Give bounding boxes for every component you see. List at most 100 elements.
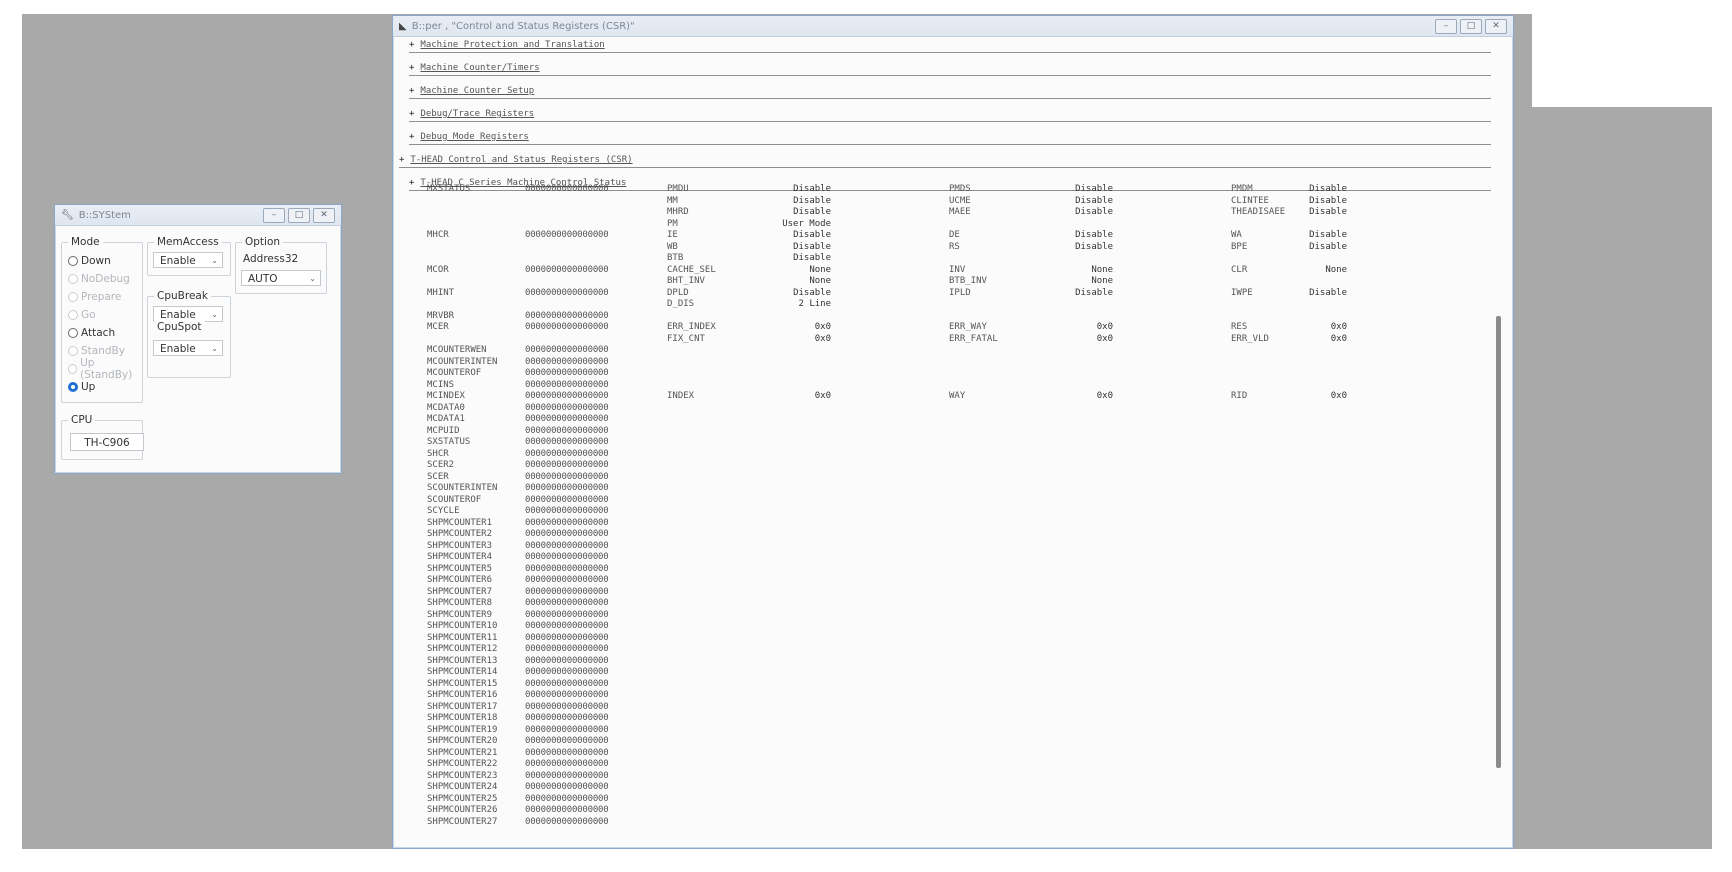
field-value[interactable]: Disable (1267, 230, 1347, 240)
register-value[interactable]: 0000000000000000 (525, 322, 609, 332)
close-button[interactable]: ✕ (1485, 18, 1507, 34)
register-name[interactable]: MCINS (427, 380, 454, 390)
register-value[interactable]: 0000000000000000 (525, 391, 609, 401)
register-name[interactable]: SCOUNTEROF (427, 495, 481, 505)
register-name[interactable]: SHPMCOUNTER15 (427, 679, 497, 689)
expand-icon[interactable]: + (409, 40, 414, 50)
register-name[interactable]: SHPMCOUNTER11 (427, 633, 497, 643)
register-name[interactable]: SCYCLE (427, 506, 460, 516)
cpuspot-select[interactable]: Enable ⌄ (153, 340, 223, 356)
field-value[interactable]: Disable (1033, 207, 1113, 217)
maximize-button[interactable]: □ (1460, 18, 1482, 34)
tree-section-label[interactable]: Machine Counter Setup (420, 86, 534, 96)
register-value[interactable]: 0000000000000000 (525, 472, 609, 482)
field-value[interactable]: Disable (751, 242, 831, 252)
expand-icon[interactable]: + (409, 86, 414, 96)
register-name[interactable]: SHPMCOUNTER7 (427, 587, 492, 597)
register-name[interactable]: SHPMCOUNTER18 (427, 713, 497, 723)
register-name[interactable]: SHCR (427, 449, 449, 459)
register-name[interactable]: SHPMCOUNTER9 (427, 610, 492, 620)
register-name[interactable]: SCER2 (427, 460, 454, 470)
register-name[interactable]: SHPMCOUNTER8 (427, 598, 492, 608)
register-name[interactable]: SHPMCOUNTER2 (427, 529, 492, 539)
register-value[interactable]: 0000000000000000 (525, 437, 609, 447)
register-name[interactable]: MCDATA1 (427, 414, 465, 424)
field-value[interactable]: None (751, 265, 831, 275)
register-name[interactable]: MHINT (427, 288, 454, 298)
field-value[interactable]: 0x0 (751, 322, 831, 332)
field-value[interactable]: Disable (1267, 207, 1347, 217)
register-value[interactable]: 0000000000000000 (525, 771, 609, 781)
register-name[interactable]: MCPUID (427, 426, 460, 436)
register-value[interactable]: 0000000000000000 (525, 552, 609, 562)
expand-icon[interactable]: + (409, 132, 414, 142)
register-name[interactable]: MCDATA0 (427, 403, 465, 413)
register-value[interactable]: 0000000000000000 (525, 483, 609, 493)
register-name[interactable]: MHCR (427, 230, 449, 240)
register-value[interactable]: 0000000000000000 (525, 311, 609, 321)
tree-section[interactable]: + Machine Counter/Timers (409, 54, 1491, 76)
register-value[interactable]: 0000000000000000 (525, 357, 609, 367)
register-value[interactable]: 0000000000000000 (525, 644, 609, 654)
field-value[interactable]: Disable (751, 288, 831, 298)
expand-icon[interactable]: + (409, 178, 414, 188)
register-value[interactable]: 0000000000000000 (525, 667, 609, 677)
register-value[interactable]: 0000000000000000 (525, 288, 609, 298)
register-name[interactable]: MXSTATUS (427, 184, 470, 194)
register-value[interactable]: 0000000000000000 (525, 460, 609, 470)
field-value[interactable]: Disable (751, 207, 831, 217)
register-value[interactable]: 0000000000000000 (525, 748, 609, 758)
field-value[interactable]: None (1033, 276, 1113, 286)
register-value[interactable]: 0000000000000000 (525, 782, 609, 792)
register-name[interactable]: MCOUNTERWEN (427, 345, 487, 355)
register-value[interactable]: 0000000000000000 (525, 794, 609, 804)
cpubreak-select[interactable]: Enable ⌄ (153, 306, 223, 322)
register-name[interactable]: SXSTATUS (427, 437, 470, 447)
maximize-button[interactable]: □ (288, 207, 310, 223)
field-value[interactable]: None (751, 276, 831, 286)
register-name[interactable]: MCOUNTEROF (427, 368, 481, 378)
vertical-scrollbar[interactable] (1496, 316, 1501, 768)
register-name[interactable]: SHPMCOUNTER5 (427, 564, 492, 574)
field-value[interactable]: Disable (751, 253, 831, 263)
field-value[interactable]: Disable (1033, 288, 1113, 298)
field-value[interactable]: Disable (1033, 242, 1113, 252)
register-value[interactable]: 0000000000000000 (525, 426, 609, 436)
tree-section-label[interactable]: Debug Mode Registers (420, 132, 528, 142)
field-value[interactable]: 2 Line (751, 299, 831, 309)
register-value[interactable]: 0000000000000000 (525, 598, 609, 608)
register-value[interactable]: 0000000000000000 (525, 805, 609, 815)
register-value[interactable]: 0000000000000000 (525, 656, 609, 666)
register-value[interactable]: 0000000000000000 (525, 713, 609, 723)
register-name[interactable]: MCER (427, 322, 449, 332)
register-name[interactable]: SHPMCOUNTER13 (427, 656, 497, 666)
register-name[interactable]: SHPMCOUNTER27 (427, 817, 497, 827)
system-window-titlebar[interactable]: 🔧︎ B::SYStem – □ ✕ (55, 205, 341, 226)
register-value[interactable]: 0000000000000000 (525, 759, 609, 769)
register-value[interactable]: 0000000000000000 (525, 564, 609, 574)
field-value[interactable]: 0x0 (1033, 391, 1113, 401)
register-name[interactable]: MCINDEX (427, 391, 465, 401)
register-value[interactable]: 0000000000000000 (525, 518, 609, 528)
register-name[interactable]: SHPMCOUNTER20 (427, 736, 497, 746)
mode-radio[interactable]: Up (68, 379, 95, 395)
register-name[interactable]: SCER (427, 472, 449, 482)
field-value[interactable]: 0x0 (1267, 322, 1347, 332)
field-value[interactable]: 0x0 (751, 334, 831, 344)
register-name[interactable]: MCOR (427, 265, 449, 275)
tree-section-label[interactable]: Machine Counter/Timers (420, 63, 539, 73)
register-name[interactable]: SHPMCOUNTER14 (427, 667, 497, 677)
register-value[interactable]: 0000000000000000 (525, 403, 609, 413)
register-value[interactable]: 0000000000000000 (525, 449, 609, 459)
register-value[interactable]: 0000000000000000 (525, 414, 609, 424)
register-value[interactable]: 0000000000000000 (525, 529, 609, 539)
address32-select[interactable]: AUTO ⌄ (241, 270, 321, 286)
field-value[interactable]: 0x0 (1267, 334, 1347, 344)
tree-section-label[interactable]: T-HEAD Control and Status Registers (CSR… (410, 155, 632, 165)
mode-radio[interactable]: Attach (68, 325, 115, 341)
minimize-button[interactable]: – (1435, 18, 1457, 34)
tree-section[interactable]: + Machine Counter Setup (409, 77, 1491, 99)
register-value[interactable]: 0000000000000000 (525, 633, 609, 643)
register-name[interactable]: SHPMCOUNTER17 (427, 702, 497, 712)
tree-section-label[interactable]: Debug/Trace Registers (420, 109, 534, 119)
